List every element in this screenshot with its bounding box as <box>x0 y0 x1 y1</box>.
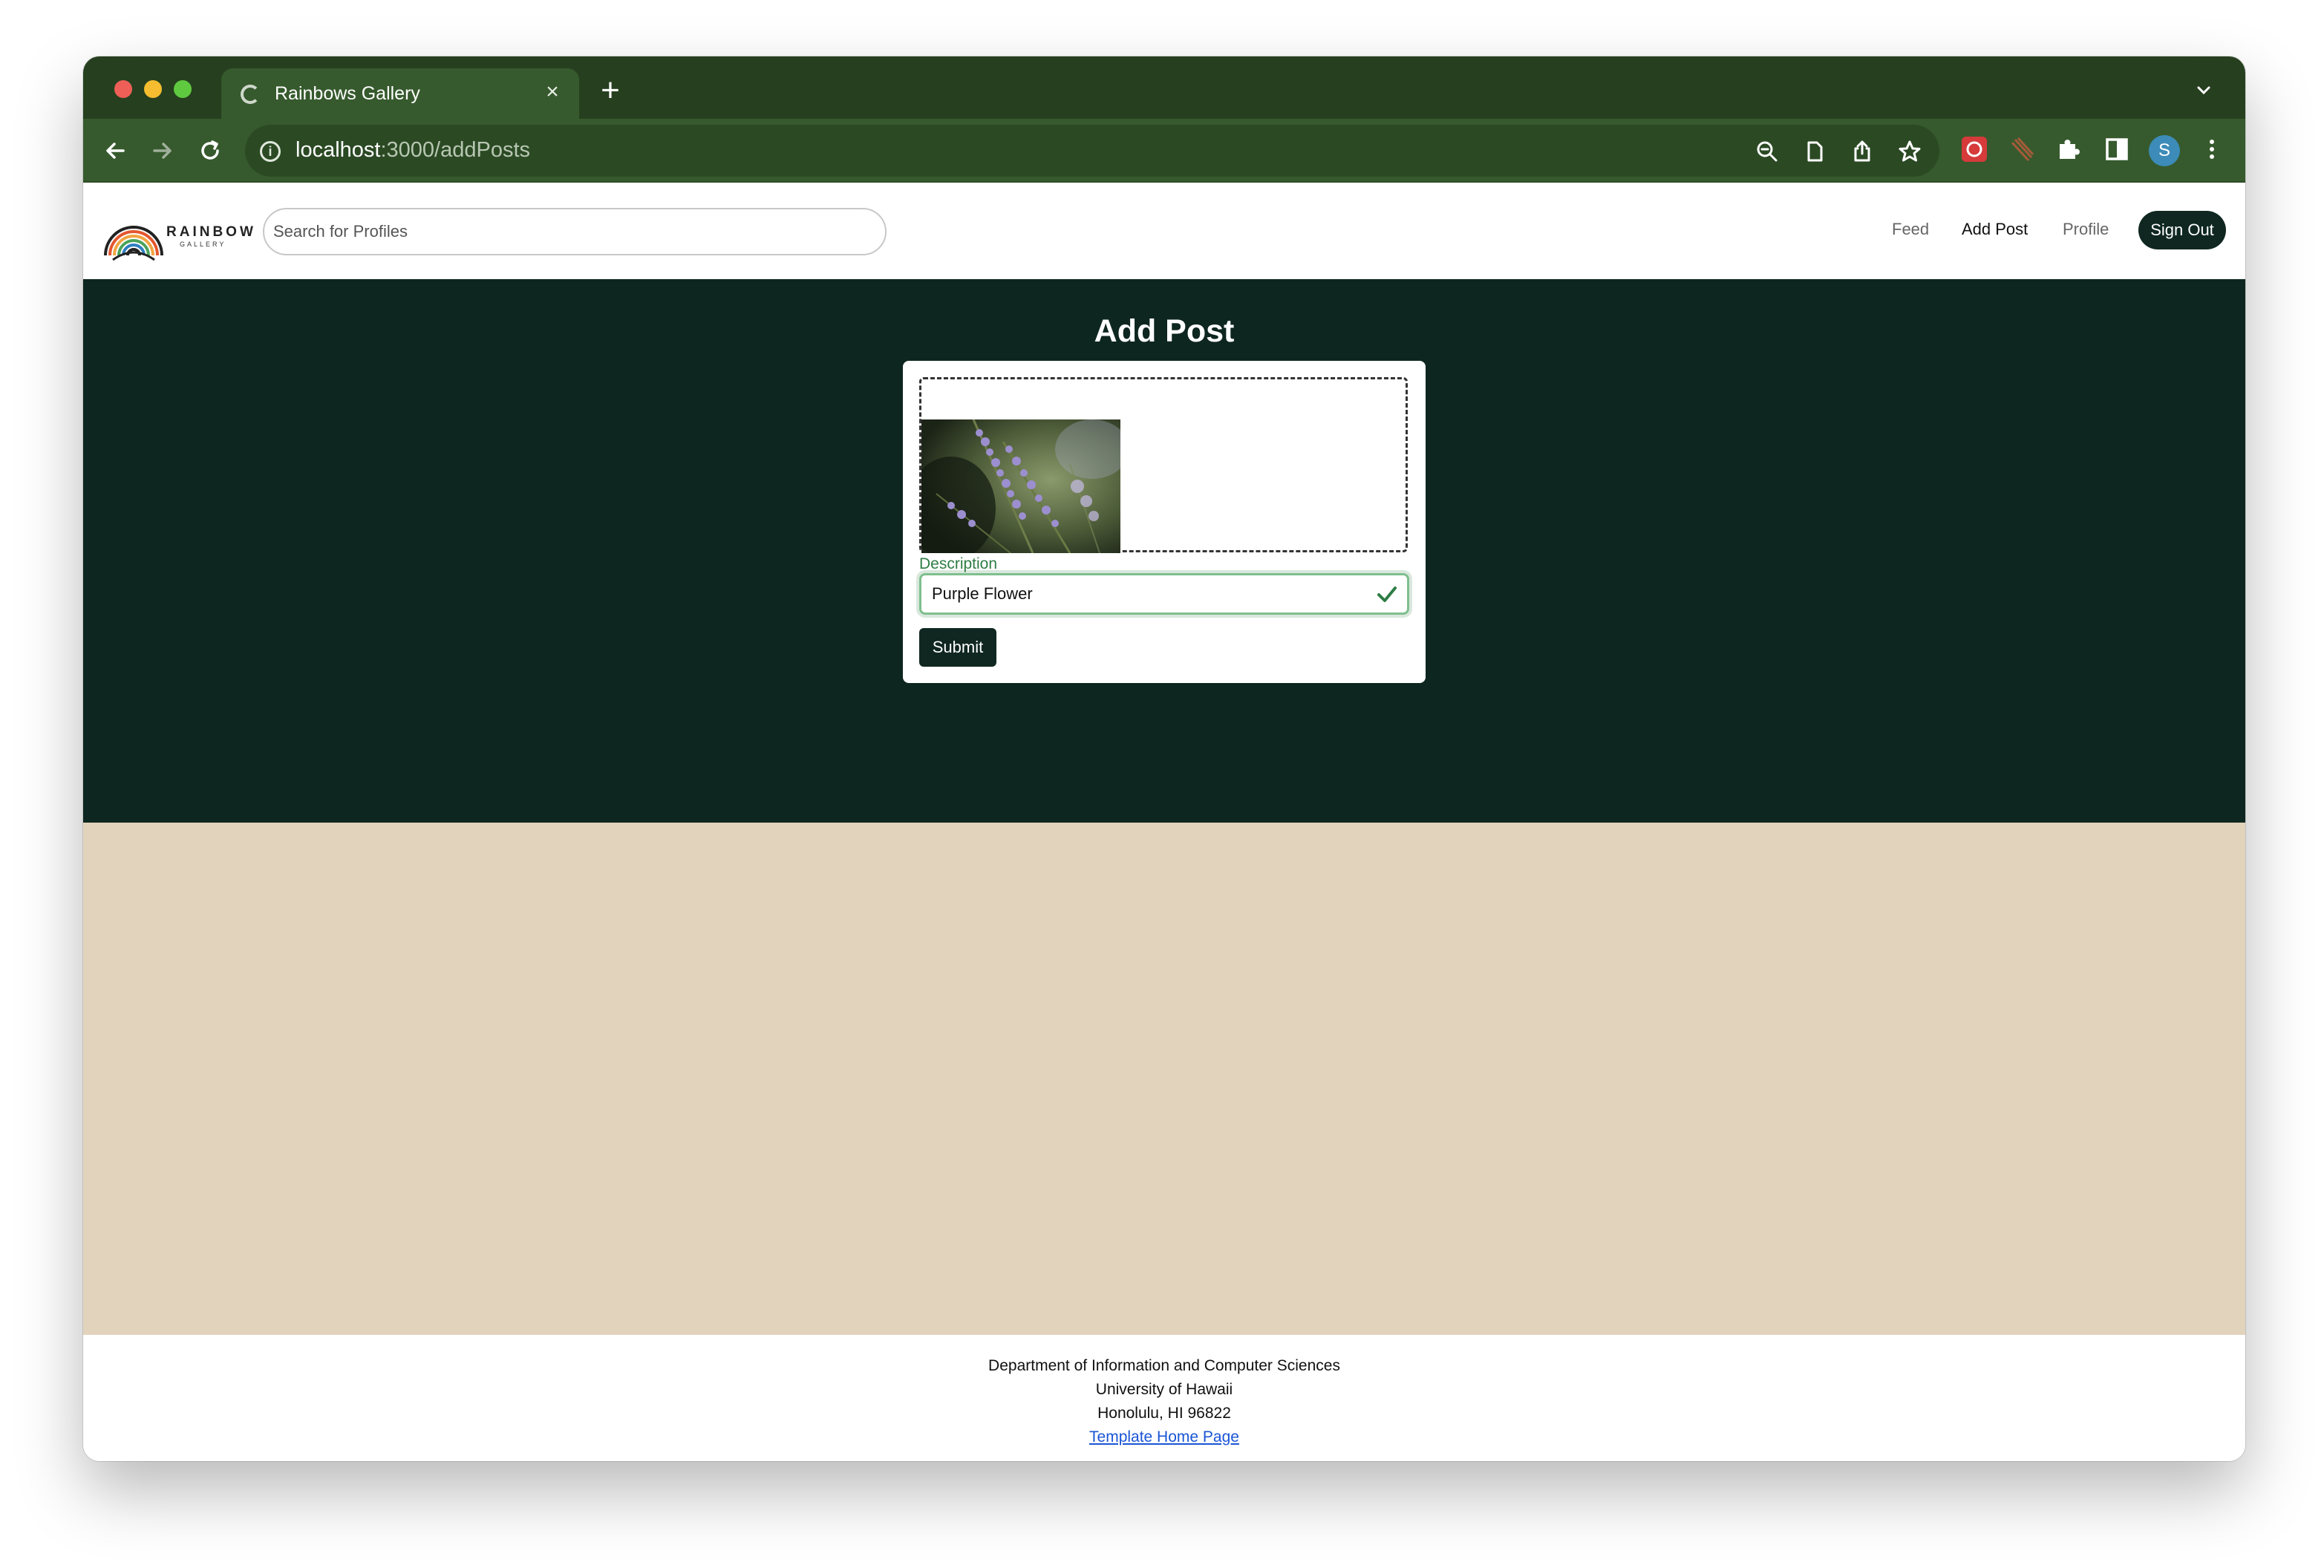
page-icon[interactable] <box>1801 138 1828 165</box>
footer-department: Department of Information and Computer S… <box>988 1357 1340 1374</box>
page-viewport: RAINBOW GALLERY Feed Add Post Profile Si… <box>83 183 2245 1461</box>
image-dropzone[interactable] <box>919 377 1408 553</box>
browser-tab[interactable]: Rainbows Gallery × <box>221 68 579 119</box>
favicon-icon <box>241 85 260 104</box>
tab-bar: Rainbows Gallery × + <box>83 56 2245 119</box>
zoom-icon[interactable] <box>1754 138 1780 165</box>
site-navbar: RAINBOW GALLERY Feed Add Post Profile Si… <box>83 183 2245 279</box>
add-post-section: Add Post Description Purple Flower Submi… <box>83 279 2245 823</box>
sign-out-button[interactable]: Sign Out <box>2138 211 2226 249</box>
reload-icon[interactable] <box>195 135 226 166</box>
back-arrow-icon[interactable] <box>99 135 131 166</box>
site-footer: Department of Information and Computer S… <box>83 1335 2245 1461</box>
extensions-puzzle-icon[interactable] <box>2054 134 2085 165</box>
share-icon[interactable] <box>1849 138 1876 165</box>
logo-wordmark: RAINBOW <box>166 224 256 240</box>
uploaded-image-preview <box>921 419 1120 553</box>
close-window-button[interactable] <box>114 80 132 98</box>
new-tab-icon[interactable]: + <box>594 74 627 108</box>
browser-toolbar: i localhost:3000/addPosts S <box>83 119 2245 183</box>
tab-title: Rainbows Gallery <box>275 83 420 104</box>
tab-search-chevron-icon[interactable] <box>2195 82 2213 99</box>
browser-window: Rainbows Gallery × + i localhost:3000/ad… <box>83 56 2245 1461</box>
nav-link-add-post[interactable]: Add Post <box>1962 220 2028 239</box>
page-title: Add Post <box>1094 313 1235 349</box>
nav-link-profile[interactable]: Profile <box>2063 220 2109 239</box>
extension-stripes-icon[interactable] <box>2006 134 2037 165</box>
footer-address: Honolulu, HI 96822 <box>1097 1405 1231 1422</box>
url-text[interactable]: localhost:3000/addPosts <box>296 138 530 163</box>
description-input[interactable] <box>919 573 1409 615</box>
add-post-card: Description Submit <box>903 361 1426 683</box>
address-bar[interactable]: i localhost:3000/addPosts <box>245 125 1939 177</box>
nav-link-feed[interactable]: Feed <box>1892 220 1929 239</box>
empty-content-area <box>83 823 2245 1335</box>
forward-arrow-icon[interactable] <box>147 135 178 166</box>
more-options-icon[interactable] <box>2196 134 2227 165</box>
rainbow-arch-icon <box>104 226 163 261</box>
maximize-window-button[interactable] <box>174 80 192 98</box>
extension-red-icon[interactable] <box>1959 134 1990 165</box>
site-info-icon[interactable]: i <box>260 141 281 162</box>
close-tab-icon[interactable]: × <box>541 80 564 104</box>
bookmark-star-icon[interactable] <box>1896 138 1923 165</box>
rainbow-gallery-logo[interactable]: RAINBOW GALLERY <box>102 202 253 261</box>
template-home-link[interactable]: Template Home Page <box>1089 1428 1239 1446</box>
description-label: Description <box>919 555 998 572</box>
logo-subtitle: GALLERY <box>180 241 226 248</box>
submit-button[interactable]: Submit <box>919 628 996 667</box>
url-host: localhost <box>296 138 381 162</box>
side-panel-icon[interactable] <box>2101 134 2132 165</box>
url-path: :3000/addPosts <box>380 138 531 162</box>
profile-avatar[interactable]: S <box>2149 135 2180 166</box>
valid-check-icon <box>1377 587 1397 602</box>
profile-search-input[interactable] <box>263 208 887 255</box>
purple-flower-photo <box>921 419 1120 553</box>
footer-university: University of Hawaii <box>1095 1381 1233 1398</box>
minimize-window-button[interactable] <box>144 80 162 98</box>
